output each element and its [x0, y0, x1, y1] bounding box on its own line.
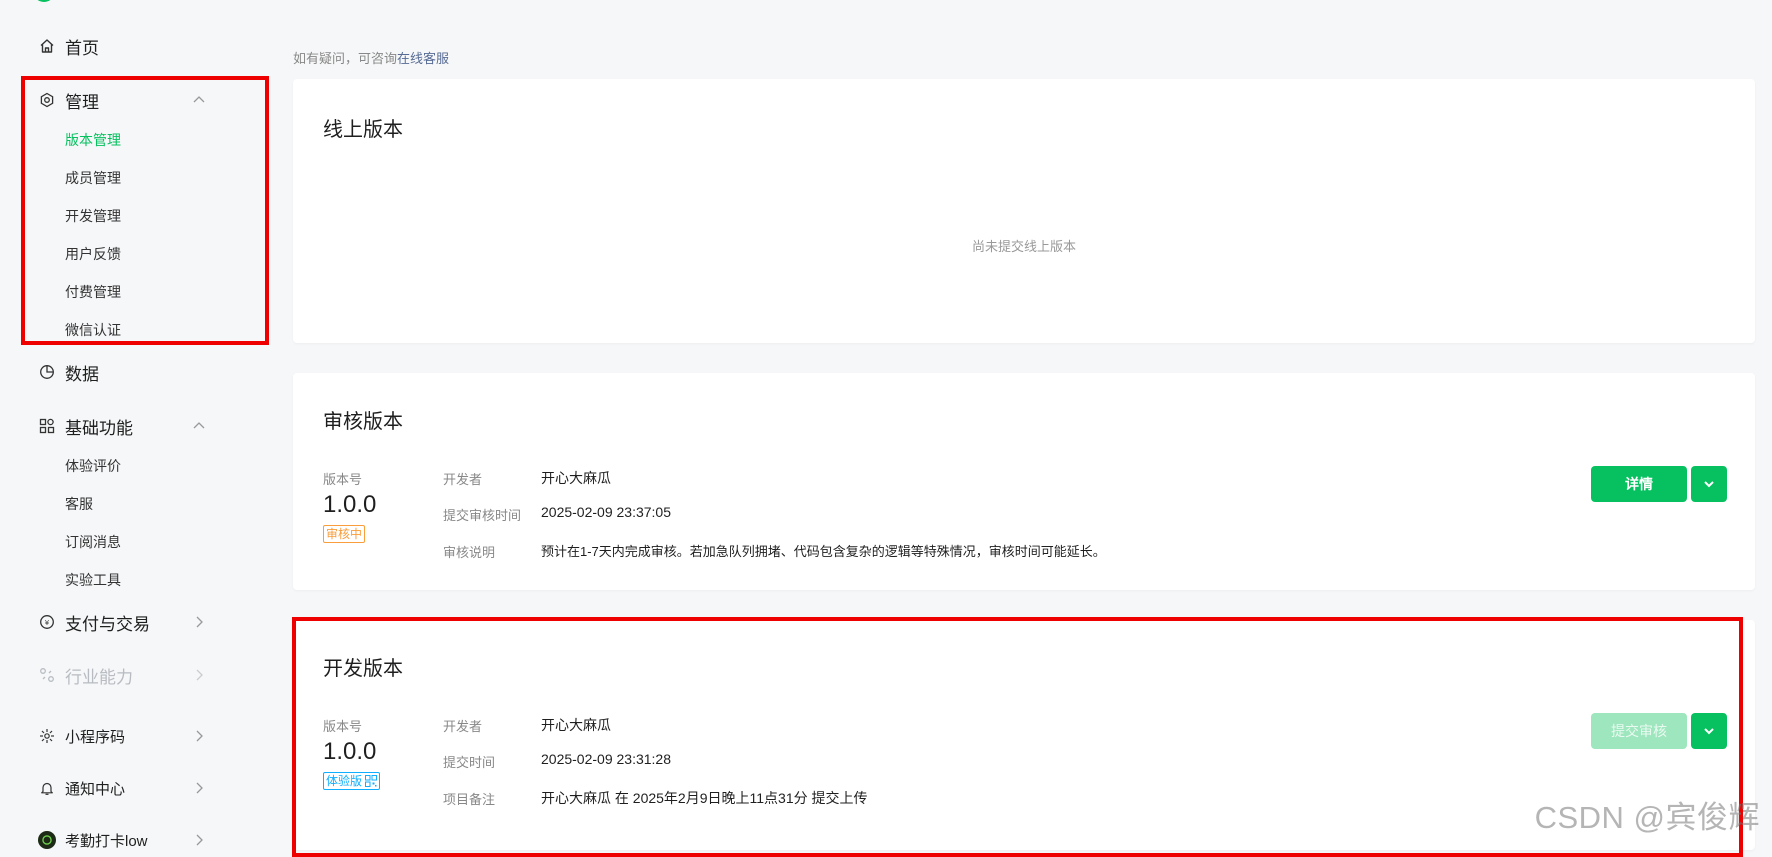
trial-badge-label: 体验版 [326, 774, 363, 788]
submit-review-time-value: 2025-02-09 23:37:05 [541, 504, 671, 520]
review-note-value: 预计在1-7天内完成审核。若加急队列拥堵、代码包含复杂的逻辑等特殊情况，审核时间… [541, 544, 1106, 559]
version-number: 1.0.0 [323, 738, 377, 765]
nodes-icon [38, 666, 56, 684]
chevron-up-icon [193, 422, 205, 429]
online-service-link[interactable]: 在线客服 [397, 51, 449, 66]
nav-account[interactable]: 考勤打卡low [38, 826, 203, 854]
version-label: 版本号 [323, 719, 363, 734]
review-version-title: 审核版本 [323, 411, 403, 433]
trial-badge[interactable]: 体验版 [323, 772, 381, 790]
watermark: CSDN @宾俊辉 [1534, 800, 1760, 835]
coin-icon: ¥ [38, 613, 56, 631]
chevron-up-icon [193, 96, 205, 103]
nav-basic-features[interactable]: 基础功能 [38, 412, 205, 440]
nav-notification-center[interactable]: 通知中心 [38, 774, 203, 802]
svg-text:¥: ¥ [45, 619, 50, 627]
submit-time-label: 提交时间 [443, 755, 496, 770]
submit-review-time-label: 提交审核时间 [443, 508, 522, 523]
bell-icon [38, 779, 56, 797]
status-badge-label: 审核中 [326, 527, 363, 541]
detail-button[interactable]: 详情 [1591, 466, 1687, 502]
chevron-right-icon [196, 616, 203, 628]
submit-review-button[interactable]: 提交审核 [1591, 713, 1687, 749]
sidebar-item-subscription-message[interactable]: 订阅消息 [65, 532, 121, 552]
sidebar-item-member-manage[interactable]: 成员管理 [65, 168, 121, 188]
nav-home[interactable]: 首页 [38, 32, 99, 60]
nav-notification-center-label: 通知中心 [65, 780, 126, 798]
sidebar-item-user-feedback[interactable]: 用户反馈 [65, 244, 121, 264]
nav-manage[interactable]: 管理 [38, 86, 205, 114]
nav-data-label: 数据 [65, 364, 99, 384]
qrcode-icon [365, 775, 378, 787]
review-more-dropdown-button[interactable] [1691, 466, 1727, 502]
nav-payment-trade[interactable]: ¥ 支付与交易 [38, 608, 203, 636]
settings-icon [38, 91, 56, 109]
sidebar-item-wechat-verify[interactable]: 微信认证 [65, 320, 121, 340]
chevron-right-icon [196, 782, 203, 794]
sidebar-item-payment-manage[interactable]: 付费管理 [65, 282, 121, 302]
nav-miniprogram-code[interactable]: 小程序码 [38, 722, 203, 750]
sidebar-item-dev-manage[interactable]: 开发管理 [65, 206, 121, 226]
chevron-right-icon [196, 669, 203, 681]
nav-data[interactable]: 数据 [38, 358, 99, 386]
pie-chart-icon [38, 363, 56, 381]
help-hint: 如有疑问，可咨询在线客服 [293, 48, 449, 67]
sidebar-item-version-manage[interactable]: 版本管理 [65, 130, 121, 150]
help-hint-text: 如有疑问，可咨询 [293, 51, 398, 66]
chevron-right-icon [196, 834, 203, 846]
nav-industry-capability[interactable]: 行业能力 [38, 661, 203, 689]
nav-basic-features-label: 基础功能 [65, 418, 133, 438]
detail-button-label: 详情 [1625, 476, 1653, 492]
online-version-card: 线上版本 尚未提交线上版本 [293, 79, 1755, 343]
status-badge: 审核中 [323, 525, 366, 543]
project-remark-label: 项目备注 [443, 792, 496, 807]
developer-label: 开发者 [443, 719, 483, 734]
nav-account-label: 考勤打卡low [65, 832, 148, 850]
sun-code-icon [38, 727, 56, 745]
developer-label: 开发者 [443, 472, 483, 487]
nav-manage-label: 管理 [65, 92, 99, 112]
nav-miniprogram-code-label: 小程序码 [65, 728, 126, 746]
nav-industry-capability-label: 行业能力 [65, 667, 133, 687]
version-label: 版本号 [323, 472, 363, 487]
sidebar-item-experiment-tools[interactable]: 实验工具 [65, 570, 121, 590]
online-version-empty: 尚未提交线上版本 [971, 239, 1076, 254]
home-icon [38, 37, 56, 55]
chevron-down-icon [1704, 481, 1714, 488]
nav-home-label: 首页 [65, 38, 99, 58]
nav-payment-trade-label: 支付与交易 [65, 614, 150, 634]
chevron-down-icon [1704, 728, 1714, 735]
developer-value: 开心大麻瓜 [541, 470, 611, 486]
dev-version-title: 开发版本 [323, 658, 403, 680]
review-note-label: 审核说明 [443, 545, 496, 560]
sidebar-item-experience-rating[interactable]: 体验评价 [65, 456, 121, 476]
online-version-title: 线上版本 [323, 119, 403, 141]
review-version-card: 审核版本 版本号 1.0.0 审核中 开发者 开心大麻瓜 提交审核时间 2025… [293, 373, 1755, 590]
app-logo [33, 0, 55, 2]
avatar [38, 831, 56, 849]
submit-review-button-label: 提交审核 [1611, 723, 1667, 739]
grid-icon [38, 417, 56, 435]
project-remark-value: 开心大麻瓜 在 2025年2月9日晚上11点31分 提交上传 [541, 790, 868, 806]
dev-more-dropdown-button[interactable] [1691, 713, 1727, 749]
version-number: 1.0.0 [323, 491, 377, 518]
chevron-right-icon [196, 730, 203, 742]
submit-time-value: 2025-02-09 23:31:28 [541, 751, 671, 767]
sidebar-item-customer-service[interactable]: 客服 [65, 494, 93, 514]
developer-value: 开心大麻瓜 [541, 717, 611, 733]
sidebar: 首页 管理 版本管理 成员管理 开发管理 用户反馈 付费管理 微信认证 数据 基… [0, 0, 268, 850]
